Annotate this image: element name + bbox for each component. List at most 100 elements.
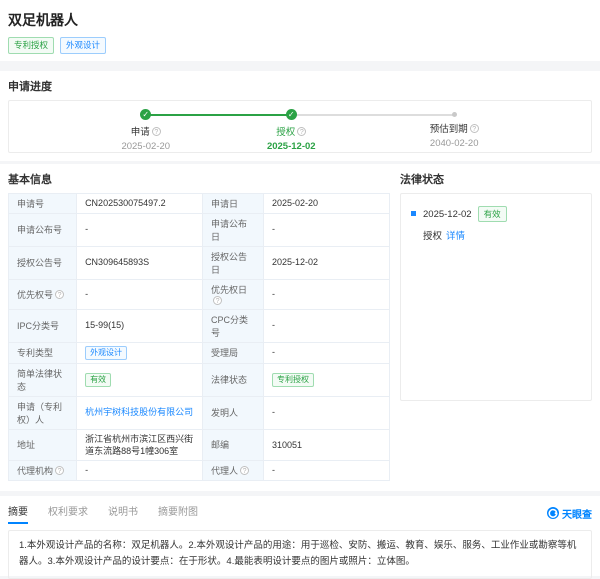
table-row: 优先权号?-优先权日?-: [9, 279, 390, 309]
page-title: 双足机器人: [8, 10, 592, 30]
timeline-step-label: 预估到期?: [399, 121, 509, 135]
field-label: 简单法律状态: [9, 363, 77, 396]
field-label: 专利类型: [9, 342, 77, 363]
legal-status-item: 2025-12-02 有效: [411, 206, 581, 223]
title-tags: 专利授权外观设计: [8, 37, 592, 54]
abstract-section: 摘要权利要求说明书摘要附图 天眼查 1.本外观设计产品的名称：双足机器人。2.本…: [0, 496, 600, 576]
field-value: -: [263, 309, 389, 342]
field-value: 2025-12-02: [263, 246, 389, 279]
field-label: 申请公布号: [9, 213, 77, 246]
type-tag: 外观设计: [85, 346, 127, 360]
field-label: 受理局: [203, 342, 264, 363]
field-value: -: [77, 279, 203, 309]
legal-status-tag: 有效: [478, 206, 507, 223]
title-tag-green: 专利授权: [8, 37, 54, 54]
field-value: 杭州宇树科技股份有限公司: [77, 396, 203, 429]
help-icon[interactable]: ?: [55, 466, 64, 475]
table-row: 申请公布号-申请公布日-: [9, 213, 390, 246]
field-value: CN202530075497.2: [77, 193, 203, 213]
bullet-icon: [411, 211, 416, 216]
status-tag: 有效: [85, 373, 111, 387]
abstract-text: 1.本外观设计产品的名称：双足机器人。2.本外观设计产品的用途：用于巡检、安防、…: [19, 540, 576, 568]
field-value: 外观设计: [77, 342, 203, 363]
basic-info-panel: 基本信息 申请号CN202530075497.2申请日2025-02-20申请公…: [8, 171, 390, 481]
field-value: -: [263, 460, 389, 480]
detail-link[interactable]: 详情: [446, 231, 465, 242]
field-label: 申请日: [203, 193, 264, 213]
field-label: 代理人?: [203, 460, 264, 480]
table-row: 地址浙江省杭州市滨江区西兴街道东流路88号1幢306室邮编310051: [9, 429, 390, 460]
field-label: 优先权号?: [9, 279, 77, 309]
field-label: 申请公布日: [203, 213, 264, 246]
legal-status-title: 法律状态: [400, 171, 592, 187]
field-value: -: [77, 460, 203, 480]
patent-detail-page: 双足机器人 专利授权外观设计 申请进度 ✓申请?2025-02-20✓授权?20…: [0, 0, 600, 576]
field-label: 授权公告号: [9, 246, 77, 279]
field-value: -: [263, 396, 389, 429]
status-tag: 专利授权: [272, 373, 314, 387]
legal-status-panel: 法律状态 2025-12-02 有效授权详情: [400, 171, 592, 401]
field-value: 310051: [263, 429, 389, 460]
table-row: 授权公告号CN309645893S授权公告日2025-12-02: [9, 246, 390, 279]
legal-status-event: 授权详情: [411, 228, 581, 242]
timeline-step: ✓ 申请? 2025-02-20: [91, 109, 201, 152]
field-label: IPC分类号: [9, 309, 77, 342]
main-section: 基本信息 申请号CN202530075497.2申请日2025-02-20申请公…: [0, 164, 600, 491]
field-label: 代理机构?: [9, 460, 77, 480]
field-value: 有效: [77, 363, 203, 396]
check-circle-icon: ✓: [140, 109, 151, 120]
title-tag-blue: 外观设计: [60, 37, 106, 54]
field-label: 邮编: [203, 429, 264, 460]
field-value: -: [263, 279, 389, 309]
basic-info-table: 申请号CN202530075497.2申请日2025-02-20申请公布号-申请…: [8, 193, 390, 481]
table-row: 申请号CN202530075497.2申请日2025-02-20: [9, 193, 390, 213]
check-circle-icon: ✓: [286, 109, 297, 120]
table-row: IPC分类号15-99(15)CPC分类号-: [9, 309, 390, 342]
field-label: 申请（专利权）人: [9, 396, 77, 429]
tianyancha-logo: 天眼查: [547, 506, 592, 521]
progress-section-title: 申请进度: [8, 78, 592, 94]
field-value: 专利授权: [263, 363, 389, 396]
timeline-step: 预估到期? 2040-02-20: [399, 109, 509, 149]
field-value: CN309645893S: [77, 246, 203, 279]
timeline-step-label: 申请?: [91, 124, 201, 138]
field-value: -: [77, 213, 203, 246]
timeline-step: ✓ 授权? 2025-12-02: [236, 109, 346, 152]
timeline-step-label: 授权?: [236, 124, 346, 138]
timeline-step-date: 2025-02-20: [91, 141, 201, 152]
tab-说明书[interactable]: 说明书: [108, 503, 138, 524]
progress-timeline: ✓ 申请? 2025-02-20 ✓ 授权? 2025-12-02 预估到期? 2040-02…: [8, 100, 592, 153]
tab-权利要求[interactable]: 权利要求: [48, 503, 88, 524]
tab-摘要附图[interactable]: 摘要附图: [158, 503, 198, 524]
help-icon[interactable]: ?: [55, 290, 64, 299]
field-label: 申请号: [9, 193, 77, 213]
tianyancha-logo-icon: [547, 507, 559, 519]
applicant-link[interactable]: 杭州宇树科技股份有限公司: [85, 407, 193, 417]
document-tabs: 摘要权利要求说明书摘要附图: [8, 503, 198, 524]
field-label: 授权公告日: [203, 246, 264, 279]
timeline-step-date: 2040-02-20: [399, 138, 509, 149]
help-icon[interactable]: ?: [213, 296, 222, 305]
help-icon[interactable]: ?: [470, 124, 479, 133]
help-icon[interactable]: ?: [297, 127, 306, 136]
field-label: 优先权日?: [203, 279, 264, 309]
abstract-box: 1.本外观设计产品的名称：双足机器人。2.本外观设计产品的用途：用于巡检、安防、…: [8, 530, 592, 579]
tab-摘要[interactable]: 摘要: [8, 503, 28, 524]
legal-event-label: 授权: [423, 231, 442, 242]
field-value: 浙江省杭州市滨江区西兴街道东流路88号1幢306室: [77, 429, 203, 460]
field-label: CPC分类号: [203, 309, 264, 342]
basic-info-title: 基本信息: [8, 171, 390, 187]
field-label: 发明人: [203, 396, 264, 429]
legal-status-box: 2025-12-02 有效授权详情: [400, 193, 592, 401]
field-value: -: [263, 342, 389, 363]
help-icon[interactable]: ?: [152, 127, 161, 136]
legal-status-date: 2025-12-02: [423, 209, 472, 220]
pending-dot-icon: [452, 112, 457, 117]
timeline-step-date: 2025-12-02: [236, 141, 346, 152]
field-label: 地址: [9, 429, 77, 460]
help-icon[interactable]: ?: [240, 466, 249, 475]
progress-section: 申请进度 ✓ 申请? 2025-02-20 ✓ 授权? 2025-12-02 预估到期? 20…: [0, 71, 600, 161]
field-value: -: [263, 213, 389, 246]
header-section: 双足机器人 专利授权外观设计: [0, 0, 600, 61]
field-label: 法律状态: [203, 363, 264, 396]
